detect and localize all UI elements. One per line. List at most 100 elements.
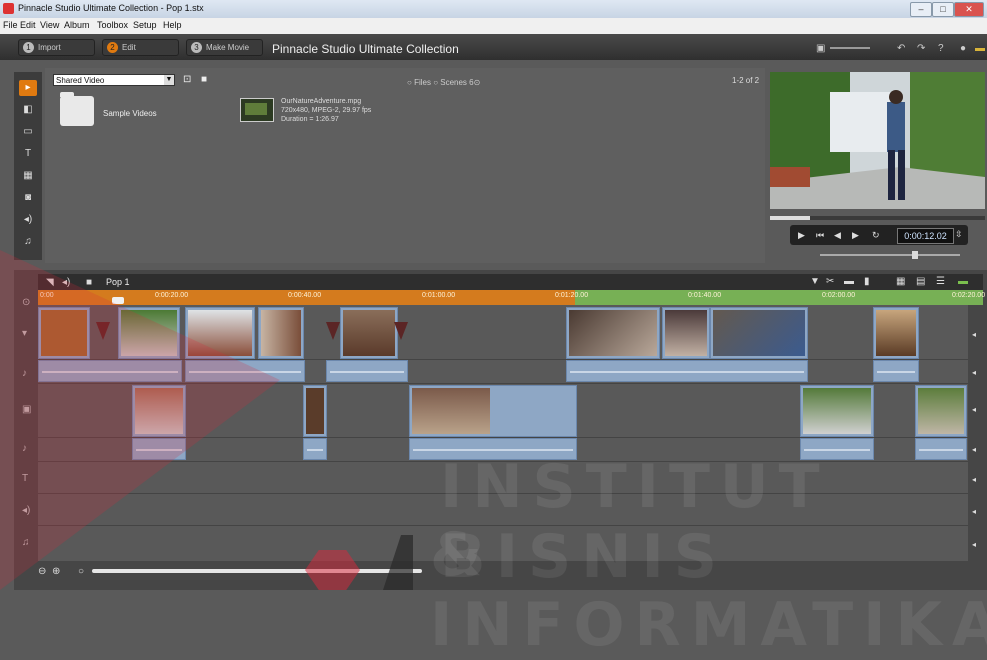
folder-icon[interactable]: ▬ (975, 43, 985, 54)
folder-thumbnail[interactable] (60, 92, 94, 126)
menu-view[interactable]: View (40, 20, 59, 30)
step-forward-icon[interactable]: ▶ (852, 230, 859, 241)
ruler-tick: 0:01:00.00 (422, 292, 456, 299)
photos-tab-icon[interactable]: ▦ (19, 168, 37, 184)
mode-toolbar: 1 Import 2 Edit 3 Make Movie Pinnacle St… (0, 34, 987, 60)
menu-toolbox[interactable]: Toolbox (97, 20, 128, 30)
ruler-tick: 0:01:20.00 (555, 292, 589, 299)
music-tab-icon[interactable]: ♫ (19, 234, 37, 250)
step-back-icon[interactable]: ◀ (834, 230, 841, 241)
scenes-radio-label: Scenes (440, 78, 467, 87)
themes-tab-icon[interactable]: ▭ (19, 124, 37, 140)
ruler-tick: 0:02:20.00 (952, 292, 986, 299)
ruler-tick: 0:01:40.00 (688, 292, 722, 299)
sound-effects-tab-icon[interactable]: ◂) (19, 212, 37, 228)
folder-up-icon[interactable]: ⊡ (183, 74, 194, 85)
text-view-icon[interactable]: ☰ (936, 276, 945, 287)
transition-marker[interactable] (326, 322, 340, 340)
volume-thumb[interactable] (912, 251, 918, 259)
audio-clip[interactable] (566, 360, 808, 382)
video-file-thumbnail[interactable] (240, 98, 274, 122)
files-radio[interactable]: ○ (407, 78, 414, 87)
video-clip[interactable] (340, 307, 398, 359)
minimize-button[interactable]: – (910, 2, 932, 17)
track-volume-icon[interactable]: ◂ (972, 368, 976, 377)
storyboard-view-icon[interactable]: ▦ (896, 276, 905, 287)
track-volume-icon[interactable]: ◂ (972, 330, 976, 339)
redo-icon[interactable]: ↷ (917, 43, 925, 54)
menu-edit[interactable]: Edit (20, 20, 36, 30)
ruler-tick: 0:00:40.00 (288, 292, 322, 299)
disc-menus-tab-icon[interactable]: ◙ (19, 190, 37, 206)
timeline-view-icon[interactable]: ▤ (916, 276, 925, 287)
import-label: Import (38, 43, 61, 52)
timecode-display[interactable]: 0:00:12.02 (897, 228, 954, 244)
menu-bar: File Edit View Album Toolbox Setup Help (0, 18, 987, 34)
overlay-clip[interactable] (800, 385, 874, 437)
title-bar: Pinnacle Studio Ultimate Collection - Po… (0, 0, 987, 18)
make-movie-mode-button[interactable]: 3 Make Movie (186, 39, 263, 56)
page-counter: 1-2 of 2 (732, 76, 760, 85)
razor-icon[interactable]: ✂ (826, 276, 834, 287)
edit-step-number: 2 (107, 42, 118, 53)
video-preview (770, 72, 985, 209)
video-clip[interactable] (662, 307, 710, 359)
timecode-spinner-icon[interactable]: ⇳ (955, 229, 963, 240)
import-step-number: 1 (23, 42, 34, 53)
loop-icon[interactable]: ↻ (872, 230, 880, 241)
menu-album[interactable]: Album (64, 20, 90, 30)
overlay-audio-clip[interactable] (303, 438, 327, 460)
video-clip[interactable] (873, 307, 919, 359)
menu-file[interactable]: File (3, 20, 18, 30)
menu-help[interactable]: Help (163, 20, 182, 30)
open-folder-icon[interactable]: ■ (201, 74, 212, 85)
library-panel (45, 68, 765, 263)
time-ruler-selection (575, 290, 983, 305)
help-icon[interactable]: ? (938, 43, 944, 54)
edit-mode-button[interactable]: 2 Edit (102, 39, 179, 56)
folder-label: Sample Videos (103, 109, 157, 118)
trash-icon[interactable]: ▮ (864, 276, 870, 287)
audio-clip[interactable] (326, 360, 408, 382)
video-clip[interactable] (710, 307, 808, 359)
make-movie-step-number: 3 (191, 42, 202, 53)
grid-icon[interactable]: ▬ (844, 276, 854, 287)
zoom-icon[interactable]: ▣ (816, 43, 825, 54)
preview-scrubber[interactable] (770, 216, 985, 220)
track-volume-icon[interactable]: ◂ (972, 405, 976, 414)
album-tab-strip (14, 72, 42, 260)
location-dropdown[interactable]: Shared Video ▼ (53, 74, 175, 86)
titles-tab-icon[interactable]: T (19, 146, 37, 162)
view-mode-radios: ○ Files ○ Scenes 6⊙ (407, 78, 480, 87)
videos-tab-icon[interactable]: ▸ (19, 80, 37, 96)
marker-icon[interactable]: ▼ (810, 276, 820, 287)
watermark-line-2: & INFORMATIKA (430, 520, 987, 660)
edit-view-icon[interactable]: ▬ (958, 276, 968, 287)
menu-setup[interactable]: Setup (133, 20, 157, 30)
file-duration: Duration = 1:26.97 (281, 116, 339, 123)
undo-icon[interactable]: ↶ (897, 43, 905, 54)
file-name: OurNatureAdventure.mpg (281, 98, 362, 105)
ruler-tick: 0:02:00.00 (822, 292, 856, 299)
watermark-logo (0, 250, 280, 590)
go-to-start-icon[interactable]: ⏮ (816, 230, 824, 241)
close-button[interactable]: ✕ (954, 2, 984, 17)
overlay-clip[interactable] (409, 385, 577, 437)
play-icon[interactable]: ▶ (798, 230, 805, 241)
tip-icon[interactable]: ● (960, 43, 966, 54)
binocular-icon[interactable]: 6⊙ (469, 78, 480, 87)
file-format: 720x480, MPEG-2, 29.97 fps (281, 107, 372, 114)
volume-slider[interactable] (820, 254, 960, 256)
edit-label: Edit (122, 43, 136, 52)
overlay-clip[interactable] (303, 385, 327, 437)
app-title: Pinnacle Studio Ultimate Collection (272, 42, 459, 56)
overlay-clip[interactable] (915, 385, 967, 437)
import-mode-button[interactable]: 1 Import (18, 39, 95, 56)
preview-frame (770, 72, 985, 209)
transitions-tab-icon[interactable]: ◧ (19, 102, 37, 118)
maximize-button[interactable]: □ (932, 2, 954, 17)
zoom-slider[interactable] (830, 47, 870, 49)
video-clip[interactable] (566, 307, 660, 359)
transition-marker[interactable] (394, 322, 408, 340)
audio-clip[interactable] (873, 360, 919, 382)
